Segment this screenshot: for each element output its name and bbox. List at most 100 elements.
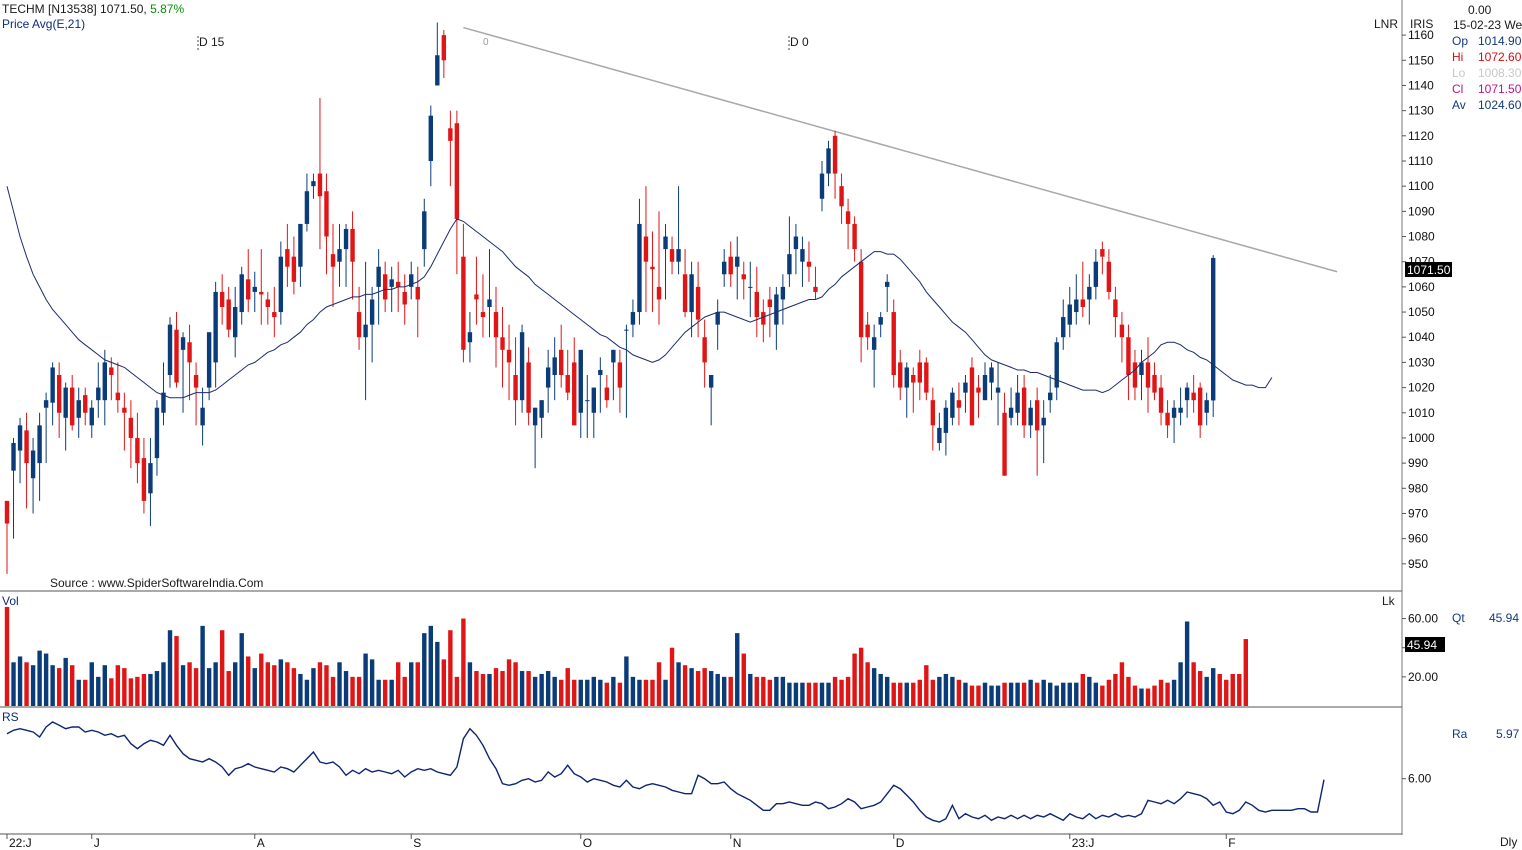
candle-body xyxy=(56,374,62,413)
candle-body xyxy=(1119,324,1125,338)
volume-bar xyxy=(904,682,909,706)
info-ra: 5.97 xyxy=(1496,727,1520,741)
price-tick-label: 990 xyxy=(1408,456,1428,470)
price-tick-label: 970 xyxy=(1408,506,1428,520)
volume-bar xyxy=(1015,682,1020,706)
volume-bar xyxy=(324,665,329,706)
volume-bar xyxy=(1093,682,1099,706)
x-tick-label: J xyxy=(94,836,100,850)
candle-body xyxy=(982,374,988,401)
info-op: 1014.90 xyxy=(1478,34,1522,48)
volume-bar xyxy=(943,673,949,706)
volume-bar xyxy=(96,676,101,706)
volume-bar xyxy=(233,662,238,706)
x-tick-label: D xyxy=(896,836,905,850)
candle-body xyxy=(213,291,218,363)
candle-body xyxy=(200,407,205,426)
price-tick-label: 1080 xyxy=(1408,230,1435,244)
candle-body xyxy=(30,450,36,479)
price-tick-label: 1100 xyxy=(1408,179,1434,193)
candle-body xyxy=(1087,286,1092,300)
candle-body xyxy=(865,324,870,338)
candle-body xyxy=(11,442,16,471)
candle-body xyxy=(337,249,342,262)
volume-bar xyxy=(1061,682,1066,706)
candle-body xyxy=(924,362,929,393)
volume-bar xyxy=(578,679,583,706)
candle-body xyxy=(363,324,368,338)
candle-body xyxy=(422,211,427,250)
volume-bar xyxy=(246,656,251,706)
candle-body xyxy=(728,256,733,275)
candle-body xyxy=(871,337,877,350)
volume-bar xyxy=(148,673,153,706)
price-tick-label: 1150 xyxy=(1408,53,1434,67)
candle-body xyxy=(24,430,29,464)
candle-body xyxy=(604,387,610,401)
volume-bar xyxy=(598,679,603,706)
candle-body xyxy=(800,249,805,262)
price-tick-label: 1140 xyxy=(1408,78,1434,92)
volume-bar xyxy=(1113,673,1118,706)
candle-body xyxy=(539,400,544,418)
timeframe-label: Dly xyxy=(1500,835,1518,849)
volume-bar xyxy=(1165,682,1170,706)
candle-body xyxy=(937,427,942,443)
price-tag: 1071.50 xyxy=(1407,263,1451,277)
candle-body xyxy=(950,392,955,418)
volume-bar xyxy=(963,682,968,706)
candle-body xyxy=(180,337,186,350)
volume-bar xyxy=(115,665,121,706)
volume-bar xyxy=(565,668,570,706)
candle-body xyxy=(572,362,577,426)
volume-bar xyxy=(83,679,88,706)
candle-body xyxy=(832,135,838,174)
candle-body xyxy=(845,211,851,224)
candle-body xyxy=(545,367,551,388)
x-tick-label: 23:J xyxy=(1072,836,1095,850)
volume-bar xyxy=(911,682,916,706)
candle-body xyxy=(506,349,512,363)
candle-body xyxy=(878,317,883,325)
rs-panel-label: RS xyxy=(2,710,19,724)
volume-bar xyxy=(924,665,929,706)
candle-body xyxy=(689,274,694,313)
candle-body xyxy=(115,392,121,401)
candle-body xyxy=(767,299,773,308)
volume-bar xyxy=(17,656,23,706)
price-tick-label: 980 xyxy=(1408,481,1428,495)
candle-body xyxy=(265,299,270,308)
candle-body xyxy=(969,367,975,426)
candle-body xyxy=(415,286,420,300)
volume-bar xyxy=(1243,639,1248,706)
candle-body xyxy=(904,367,909,388)
volume-bar xyxy=(474,671,479,706)
info-lo: 1008.30 xyxy=(1478,66,1522,80)
volume-bar xyxy=(669,647,675,706)
volume-bar xyxy=(239,633,244,706)
volume-bar xyxy=(141,673,147,706)
candle-body xyxy=(70,387,75,426)
info-hi: 1072.60 xyxy=(1478,50,1522,64)
volume-bar xyxy=(135,676,140,706)
candle-body xyxy=(187,342,192,363)
volume-bar xyxy=(898,682,903,706)
info-qt-label: Qt xyxy=(1452,611,1465,625)
price-tick-label: 950 xyxy=(1408,557,1428,571)
candle-body xyxy=(343,228,349,250)
candle-body xyxy=(891,312,896,375)
volume-bar xyxy=(1067,682,1072,706)
candle-body xyxy=(826,148,831,174)
candle-body xyxy=(128,417,134,438)
volume-bar xyxy=(1211,668,1216,706)
price-tick-label: 1130 xyxy=(1408,104,1434,118)
candle-body xyxy=(1008,407,1014,418)
candle-body xyxy=(624,329,629,331)
candle-body xyxy=(930,400,936,426)
volume-bar xyxy=(930,679,936,706)
price-legend: Price xyxy=(2,17,30,31)
volume-bar xyxy=(1100,685,1105,706)
candle-body xyxy=(4,500,10,524)
volume-bar xyxy=(50,665,55,706)
price-tick-label: 1010 xyxy=(1408,406,1435,420)
